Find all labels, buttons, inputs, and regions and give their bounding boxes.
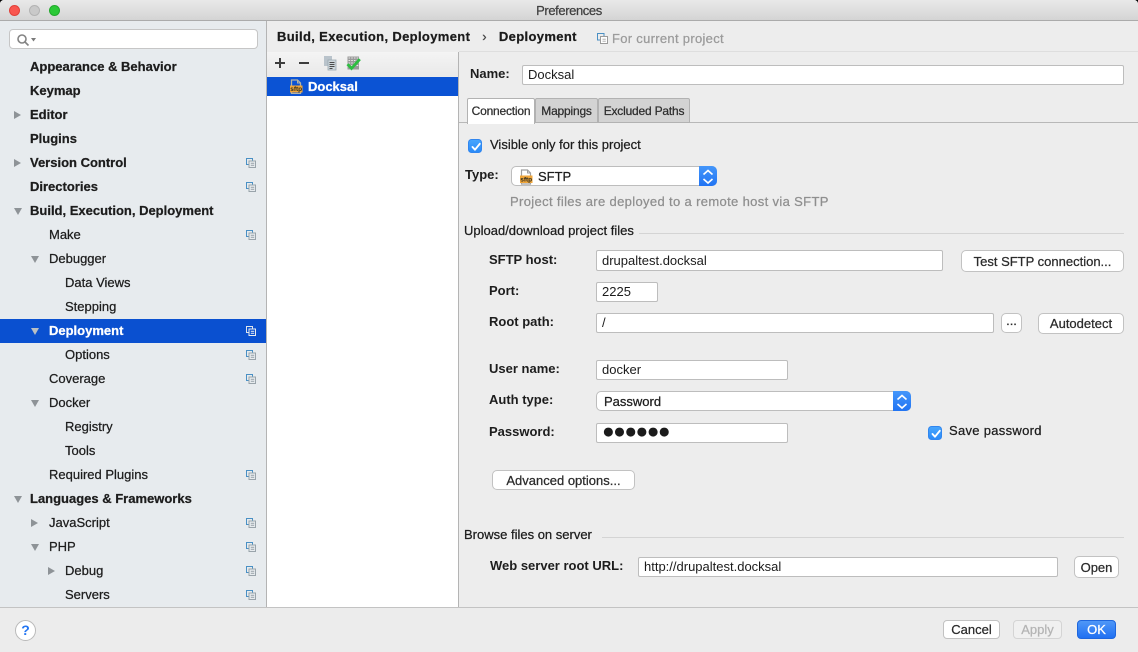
svg-text:sftp: sftp xyxy=(520,177,532,184)
svg-text:sftp: sftp xyxy=(290,86,302,93)
